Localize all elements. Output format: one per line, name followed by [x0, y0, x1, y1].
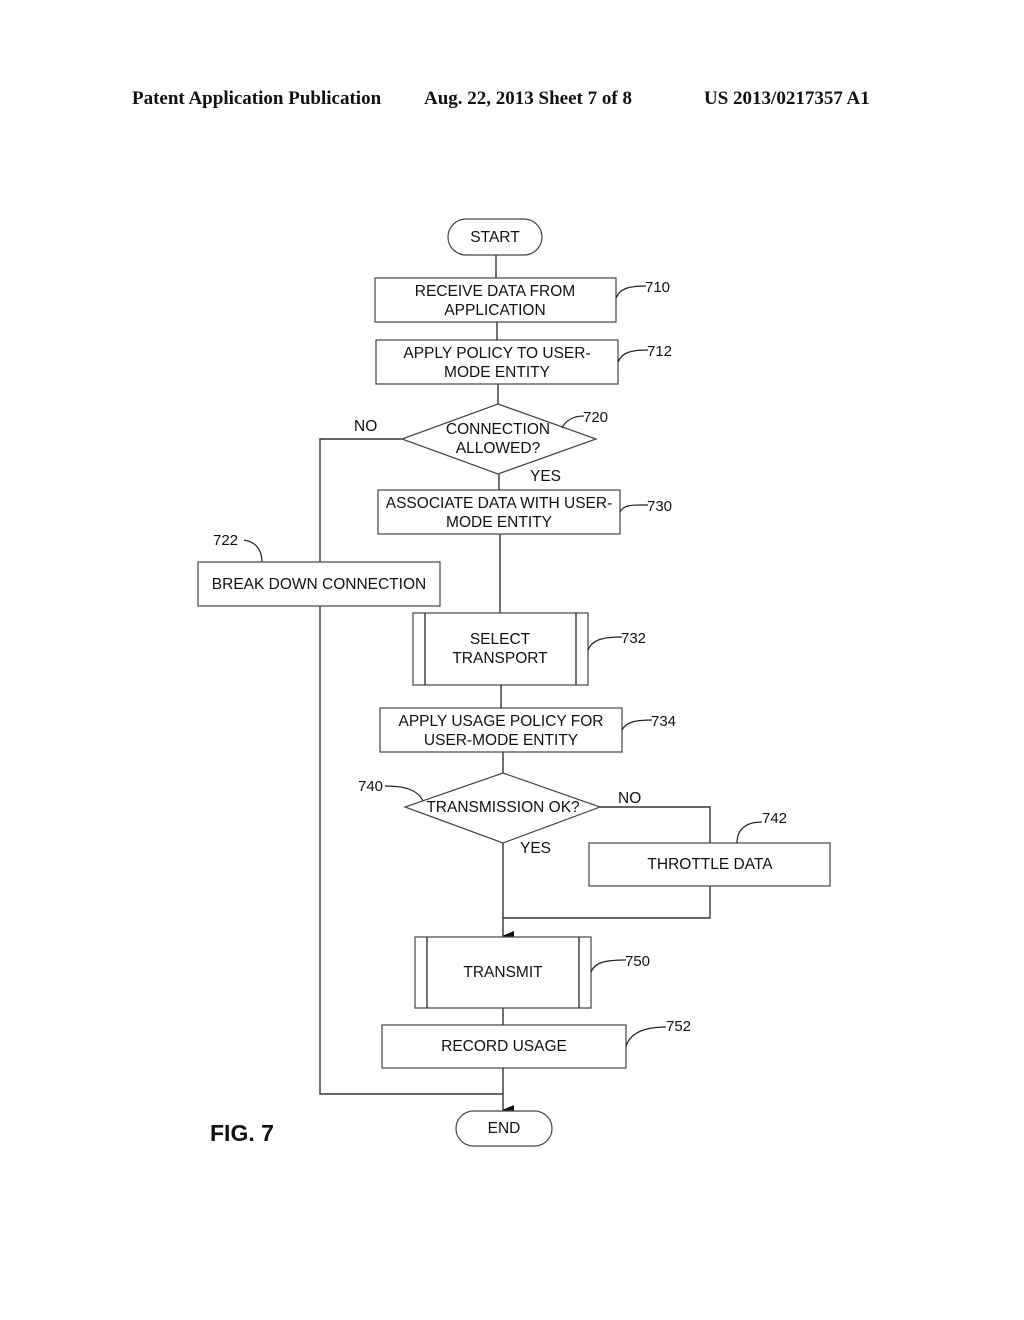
step-750-transmit: TRANSMIT 750 — [414, 936, 650, 1009]
ref-742: 742 — [762, 810, 787, 827]
step-742-text: THROTTLE DATA — [647, 856, 773, 873]
step-730-associate-data: ASSOCIATE DATA WITH USER- MODE ENTITY 73… — [377, 489, 672, 535]
decision-740-yes-label: YES — [520, 840, 551, 857]
leader-730 — [619, 504, 649, 513]
step-734-text-2: USER-MODE ENTITY — [424, 732, 578, 749]
leader-712 — [617, 349, 649, 363]
step-732-text-2: TRANSPORT — [452, 650, 548, 667]
ref-720: 720 — [583, 409, 608, 426]
connector-742-merge — [503, 886, 711, 919]
decision-740-no-label: NO — [618, 790, 641, 807]
step-712-apply-policy: APPLY POLICY TO USER- MODE ENTITY 712 — [375, 339, 672, 385]
start-label: START — [470, 229, 520, 246]
leader-752 — [625, 1026, 667, 1047]
leader-740 — [384, 785, 424, 802]
figure-label: FIG. 7 — [210, 1120, 274, 1146]
connector-740-no-742 — [600, 806, 711, 843]
step-752-record-usage: RECORD USAGE 752 — [381, 1018, 691, 1069]
leader-720 — [561, 415, 585, 429]
decision-720-yes-label: YES — [530, 468, 561, 485]
decision-720-no-label: NO — [354, 418, 377, 435]
step-710-text-1: RECEIVE DATA FROM — [415, 283, 575, 300]
step-732-select-transport: SELECT TRANSPORT 732 — [412, 612, 646, 686]
ref-734: 734 — [651, 713, 676, 730]
decision-720-text-1: CONNECTION — [446, 421, 550, 438]
ref-722: 722 — [213, 532, 238, 549]
step-712-text-1: APPLY POLICY TO USER- — [403, 345, 590, 362]
step-734-apply-usage-policy: APPLY USAGE POLICY FOR USER-MODE ENTITY … — [379, 707, 676, 753]
step-722-text: BREAK DOWN CONNECTION — [212, 576, 426, 593]
leader-742 — [736, 821, 763, 844]
step-710-receive-data: RECEIVE DATA FROM APPLICATION 710 — [374, 277, 670, 323]
step-752-text: RECORD USAGE — [441, 1038, 567, 1055]
step-712-text-2: MODE ENTITY — [444, 364, 550, 381]
end-label: END — [488, 1120, 521, 1137]
step-722-break-down-connection: BREAK DOWN CONNECTION 722 — [197, 532, 441, 607]
ref-730: 730 — [647, 498, 672, 515]
step-730-text-1: ASSOCIATE DATA WITH USER- — [386, 495, 613, 512]
ref-740: 740 — [358, 778, 383, 795]
step-710-text-2: APPLICATION — [444, 302, 545, 319]
decision-740-text: TRANSMISSION OK? — [426, 799, 580, 816]
ref-710: 710 — [645, 279, 670, 296]
leader-710 — [615, 285, 647, 299]
end-terminal: END — [455, 1110, 553, 1147]
ref-752: 752 — [666, 1018, 691, 1035]
leader-750 — [590, 959, 627, 973]
decision-720-connection-allowed: CONNECTION ALLOWED? 720 NO YES — [354, 403, 608, 485]
leader-732 — [587, 636, 623, 651]
step-750-text: TRANSMIT — [463, 964, 543, 981]
ref-750: 750 — [625, 953, 650, 970]
leader-722 — [243, 539, 263, 563]
start-terminal: START — [447, 218, 543, 256]
ref-712: 712 — [647, 343, 672, 360]
ref-732: 732 — [621, 630, 646, 647]
step-730-text-2: MODE ENTITY — [446, 514, 552, 531]
step-732-text-1: SELECT — [470, 631, 531, 648]
leader-734 — [621, 719, 653, 731]
step-734-text-1: APPLY USAGE POLICY FOR — [398, 713, 603, 730]
decision-720-text-2: ALLOWED? — [456, 440, 541, 457]
flowchart: START RECEIVE DATA FROM APPLICATION 710 … — [197, 218, 831, 1147]
